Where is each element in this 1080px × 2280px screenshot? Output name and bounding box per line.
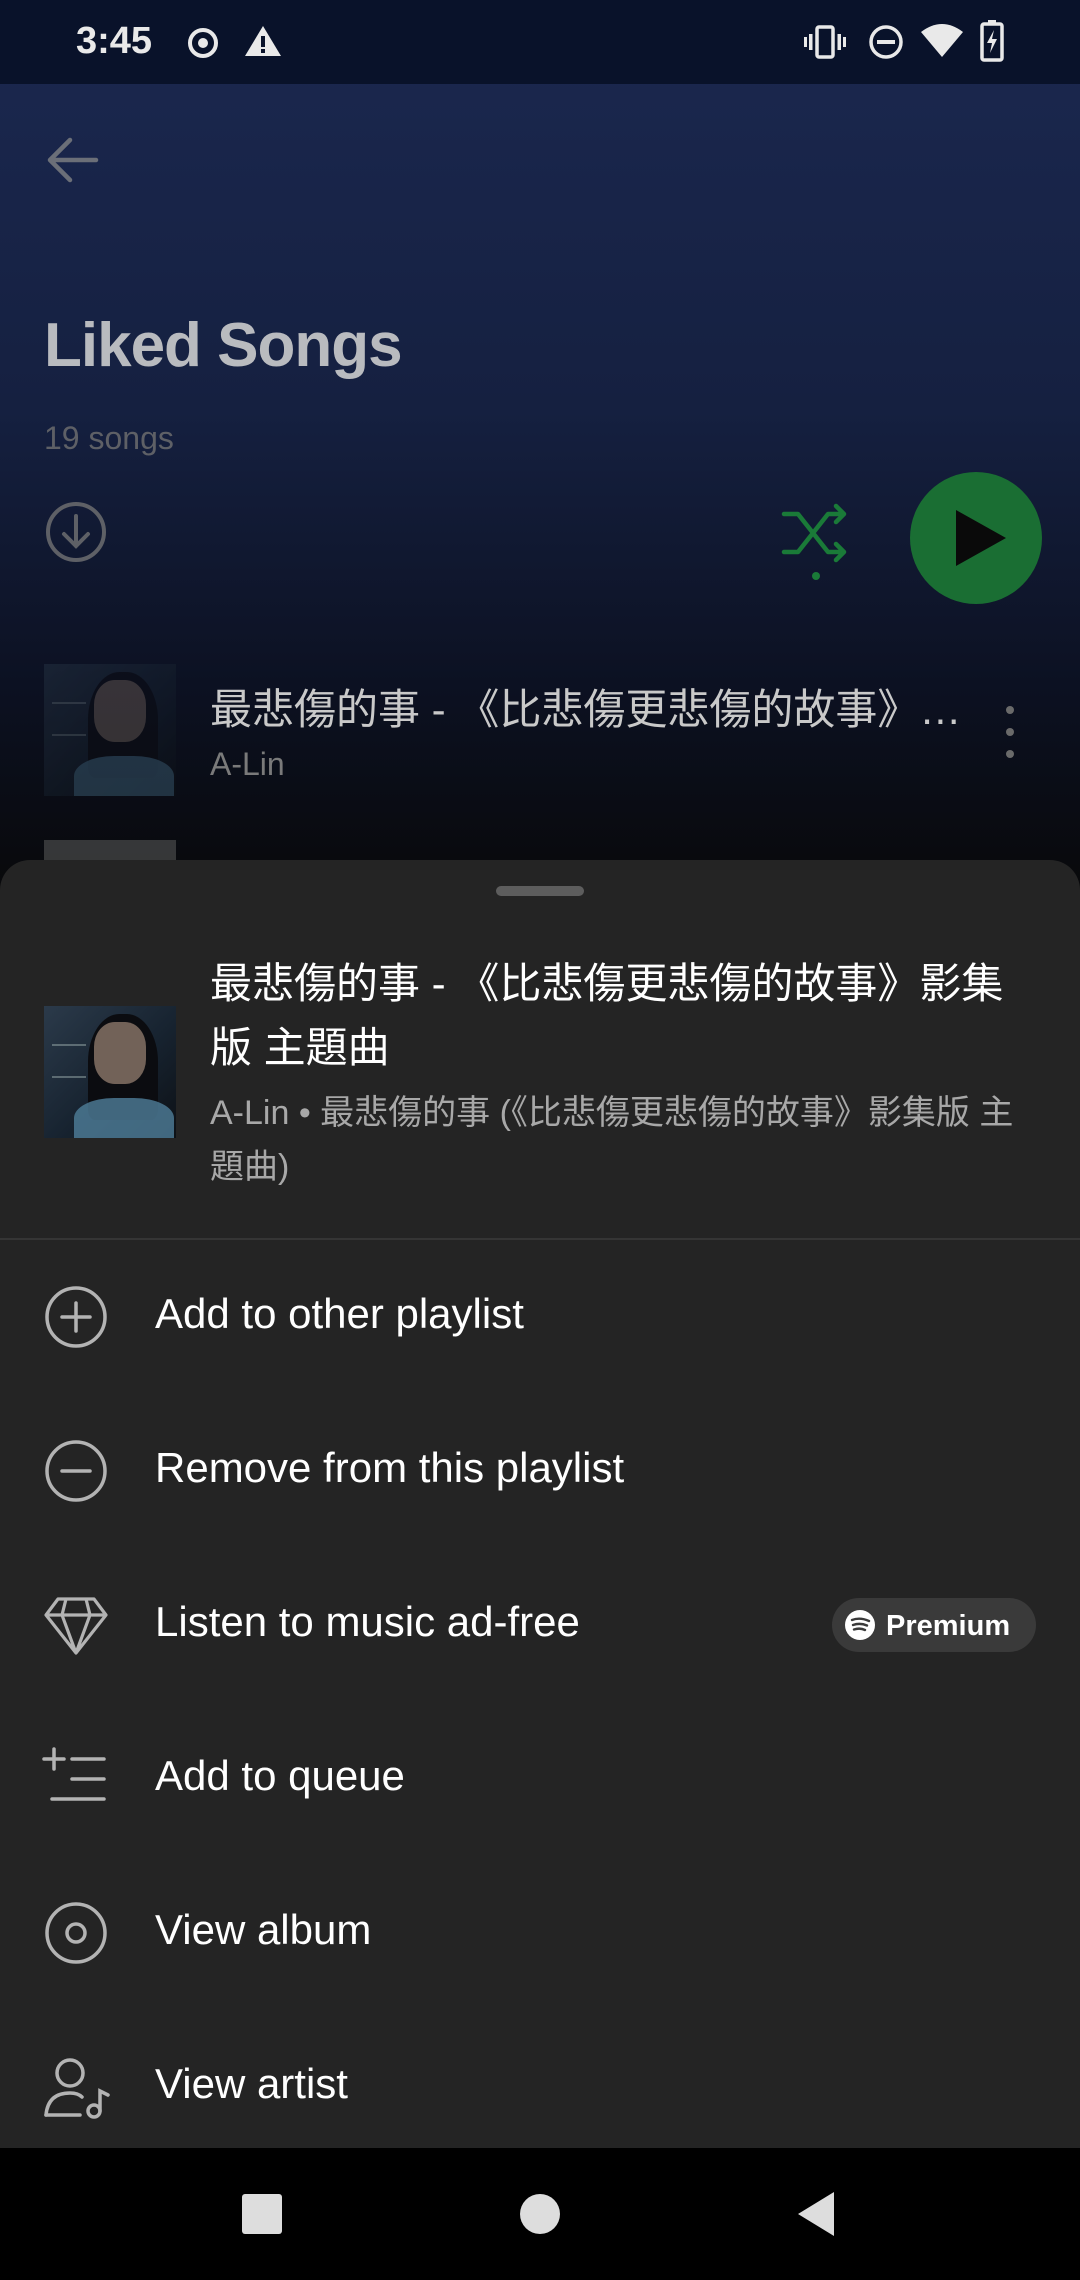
add-to-queue-icon <box>42 1747 106 1801</box>
menu-label: Add to queue <box>155 1752 405 1799</box>
more-options-icon[interactable] <box>1002 704 1018 760</box>
menu-listen-ad-free[interactable]: Listen to music ad-free Premium <box>0 1548 1080 1702</box>
diamond-icon <box>44 1597 108 1655</box>
artist-icon <box>44 2058 110 2119</box>
menu-label: Remove from this playlist <box>155 1444 625 1491</box>
spotify-logo-icon <box>845 1610 875 1640</box>
page-title: Liked Songs <box>44 311 403 380</box>
menu-view-artist[interactable]: View artist <box>0 2010 1080 2164</box>
add-circle-icon <box>45 1286 107 1348</box>
premium-label: Premium <box>886 1610 1011 1642</box>
status-time: 3:45 <box>76 20 153 62</box>
play-icon <box>956 510 1006 566</box>
nav-back-icon[interactable] <box>796 2190 836 2238</box>
menu-add-to-queue[interactable]: Add to queue <box>0 1702 1080 1856</box>
menu-add-to-playlist[interactable]: Add to other playlist <box>0 1240 1080 1394</box>
menu-label: View album <box>155 1906 372 1953</box>
recents-button[interactable] <box>242 2194 282 2234</box>
alert-icon <box>245 26 281 56</box>
download-icon[interactable] <box>44 500 108 564</box>
menu-view-album[interactable]: View album <box>0 1856 1080 2010</box>
sheet-song-subtitle: A-Lin • 最悲傷的事 (《比悲傷更悲傷的故事》影集版 主題曲) <box>210 1094 1014 1186</box>
shuffle-icon[interactable] <box>780 500 852 584</box>
battery-charging-icon <box>980 20 1004 62</box>
record-icon <box>188 28 218 58</box>
album-art <box>44 664 176 796</box>
song-count: 19 songs <box>44 420 174 456</box>
menu-remove-from-playlist[interactable]: Remove from this playlist <box>0 1394 1080 1548</box>
do-not-disturb-icon <box>869 25 903 59</box>
bottom-sheet: 最悲傷的事 - 《比悲傷更悲傷的故事》影集版 主題曲 A-Lin • 最悲傷的事… <box>0 860 1080 2148</box>
track-artist: A-Lin <box>210 746 285 782</box>
vibrate-icon <box>804 25 846 59</box>
remove-circle-icon <box>45 1440 107 1502</box>
status-bar: 3:45 <box>0 0 1080 84</box>
menu-label: View artist <box>155 2060 348 2107</box>
premium-badge[interactable]: Premium <box>832 1598 1036 1652</box>
track-row[interactable]: 最悲傷的事 - 《比悲傷更悲傷的故事》影集版 主題曲 A-Lin <box>44 664 1044 796</box>
sheet-song-title: 最悲傷的事 - 《比悲傷更悲傷的故事》影集版 主題曲 <box>210 960 1004 1071</box>
track-title: 最悲傷的事 - 《比悲傷更悲傷的故事》影集版 主題曲 <box>210 686 990 733</box>
sheet-album-art <box>44 1006 176 1138</box>
next-track-art <box>44 840 176 860</box>
wifi-icon <box>921 24 963 57</box>
home-button[interactable] <box>520 2194 560 2234</box>
menu-label: Add to other playlist <box>155 1290 524 1337</box>
menu-label: Listen to music ad-free <box>155 1598 580 1645</box>
play-button[interactable] <box>910 472 1042 604</box>
album-icon <box>45 1902 107 1964</box>
back-arrow-icon[interactable] <box>40 128 104 192</box>
sheet-drag-handle[interactable] <box>496 886 584 896</box>
